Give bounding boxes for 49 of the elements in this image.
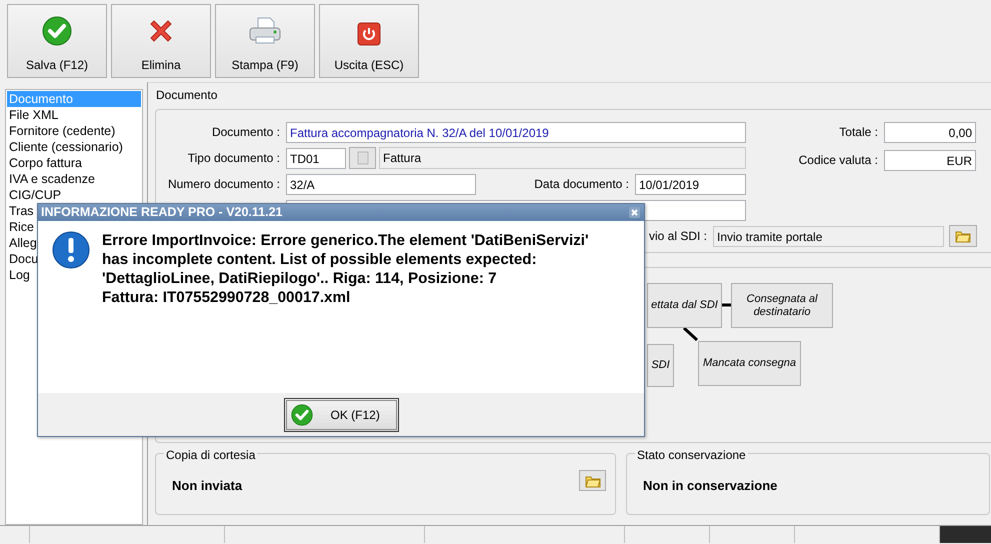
status-button[interactable]: SDI: [647, 344, 674, 387]
sidebar-item[interactable]: File XML: [7, 107, 141, 123]
field-label: Codice valuta :: [798, 152, 879, 169]
toolbar-button[interactable]: Stampa (F9): [215, 4, 315, 78]
connector-line: [682, 326, 698, 342]
sidebar-item[interactable]: CIG/CUP: [7, 187, 141, 203]
section-title: Documento: [155, 87, 218, 104]
toolbar-button[interactable]: Elimina: [111, 4, 211, 78]
input-field[interactable]: TD01: [286, 148, 346, 168]
input-field[interactable]: EUR: [884, 150, 976, 170]
error-message: Errore ImportInvoice: Errore generico.The element 'DatiBeniServizi' has incomplete content. List of possible elements expected: 'DettaglioLinee, DatiRiepilogo'.. Riga: 114, Posizione: 7 Fattura: IT07552990728_00017.xml: [102, 231, 589, 308]
lookup-button[interactable]: [349, 147, 376, 169]
status-button[interactable]: Mancata consegna: [698, 341, 801, 386]
folder-button[interactable]: [579, 470, 606, 491]
toolbar-button[interactable]: Uscita (ESC): [319, 4, 419, 78]
input-field[interactable]: 10/01/2019: [635, 174, 746, 194]
input-field[interactable]: Fattura: [379, 147, 746, 169]
sidebar-item[interactable]: Corpo fattura: [7, 155, 141, 171]
field-label: vio al SDI :: [648, 228, 708, 245]
status-button[interactable]: Consegnata al destinatario: [731, 283, 833, 328]
ok-button[interactable]: OK (F12): [284, 398, 398, 432]
status-text: Non in conservazione: [643, 477, 778, 495]
check-icon: [290, 404, 312, 426]
input-field[interactable]: 32/A: [286, 174, 476, 194]
toolbar-button[interactable]: Salva (F12): [7, 4, 107, 78]
folder-icon: [584, 474, 600, 488]
field-label: Documento :: [210, 124, 281, 141]
field-label: Tipo documento :: [186, 150, 281, 167]
folder-icon: [955, 229, 971, 243]
sidebar-item[interactable]: Cliente (cessionario): [7, 139, 141, 155]
input-field[interactable]: 0,00: [884, 122, 976, 142]
field-label: Numero documento :: [166, 176, 281, 193]
status-bar-end: [940, 526, 991, 543]
input-field[interactable]: Invio tramite portale: [713, 226, 944, 246]
status-text: Non inviata: [172, 477, 242, 495]
input-field[interactable]: Fattura accompagnatoria N. 32/A del 10/01/2019: [286, 122, 746, 142]
sidebar-item[interactable]: IVA e scadenze: [7, 171, 141, 187]
power-icon: [357, 22, 381, 46]
sidebar-item[interactable]: Fornitore (cedente): [7, 123, 141, 139]
info-icon: [52, 231, 90, 269]
close-icon[interactable]: [629, 207, 640, 218]
dialog-title: INFORMAZIONE READY PRO - V20.11.21: [41, 204, 282, 222]
printer-icon: [248, 16, 282, 46]
folder-button[interactable]: [949, 225, 977, 247]
field-label: Totale :: [838, 124, 879, 141]
status-button[interactable]: ettata dal SDI: [647, 283, 722, 328]
field-label: Data documento :: [533, 176, 630, 193]
check-icon: [42, 16, 72, 46]
connector-line: [722, 304, 731, 306]
